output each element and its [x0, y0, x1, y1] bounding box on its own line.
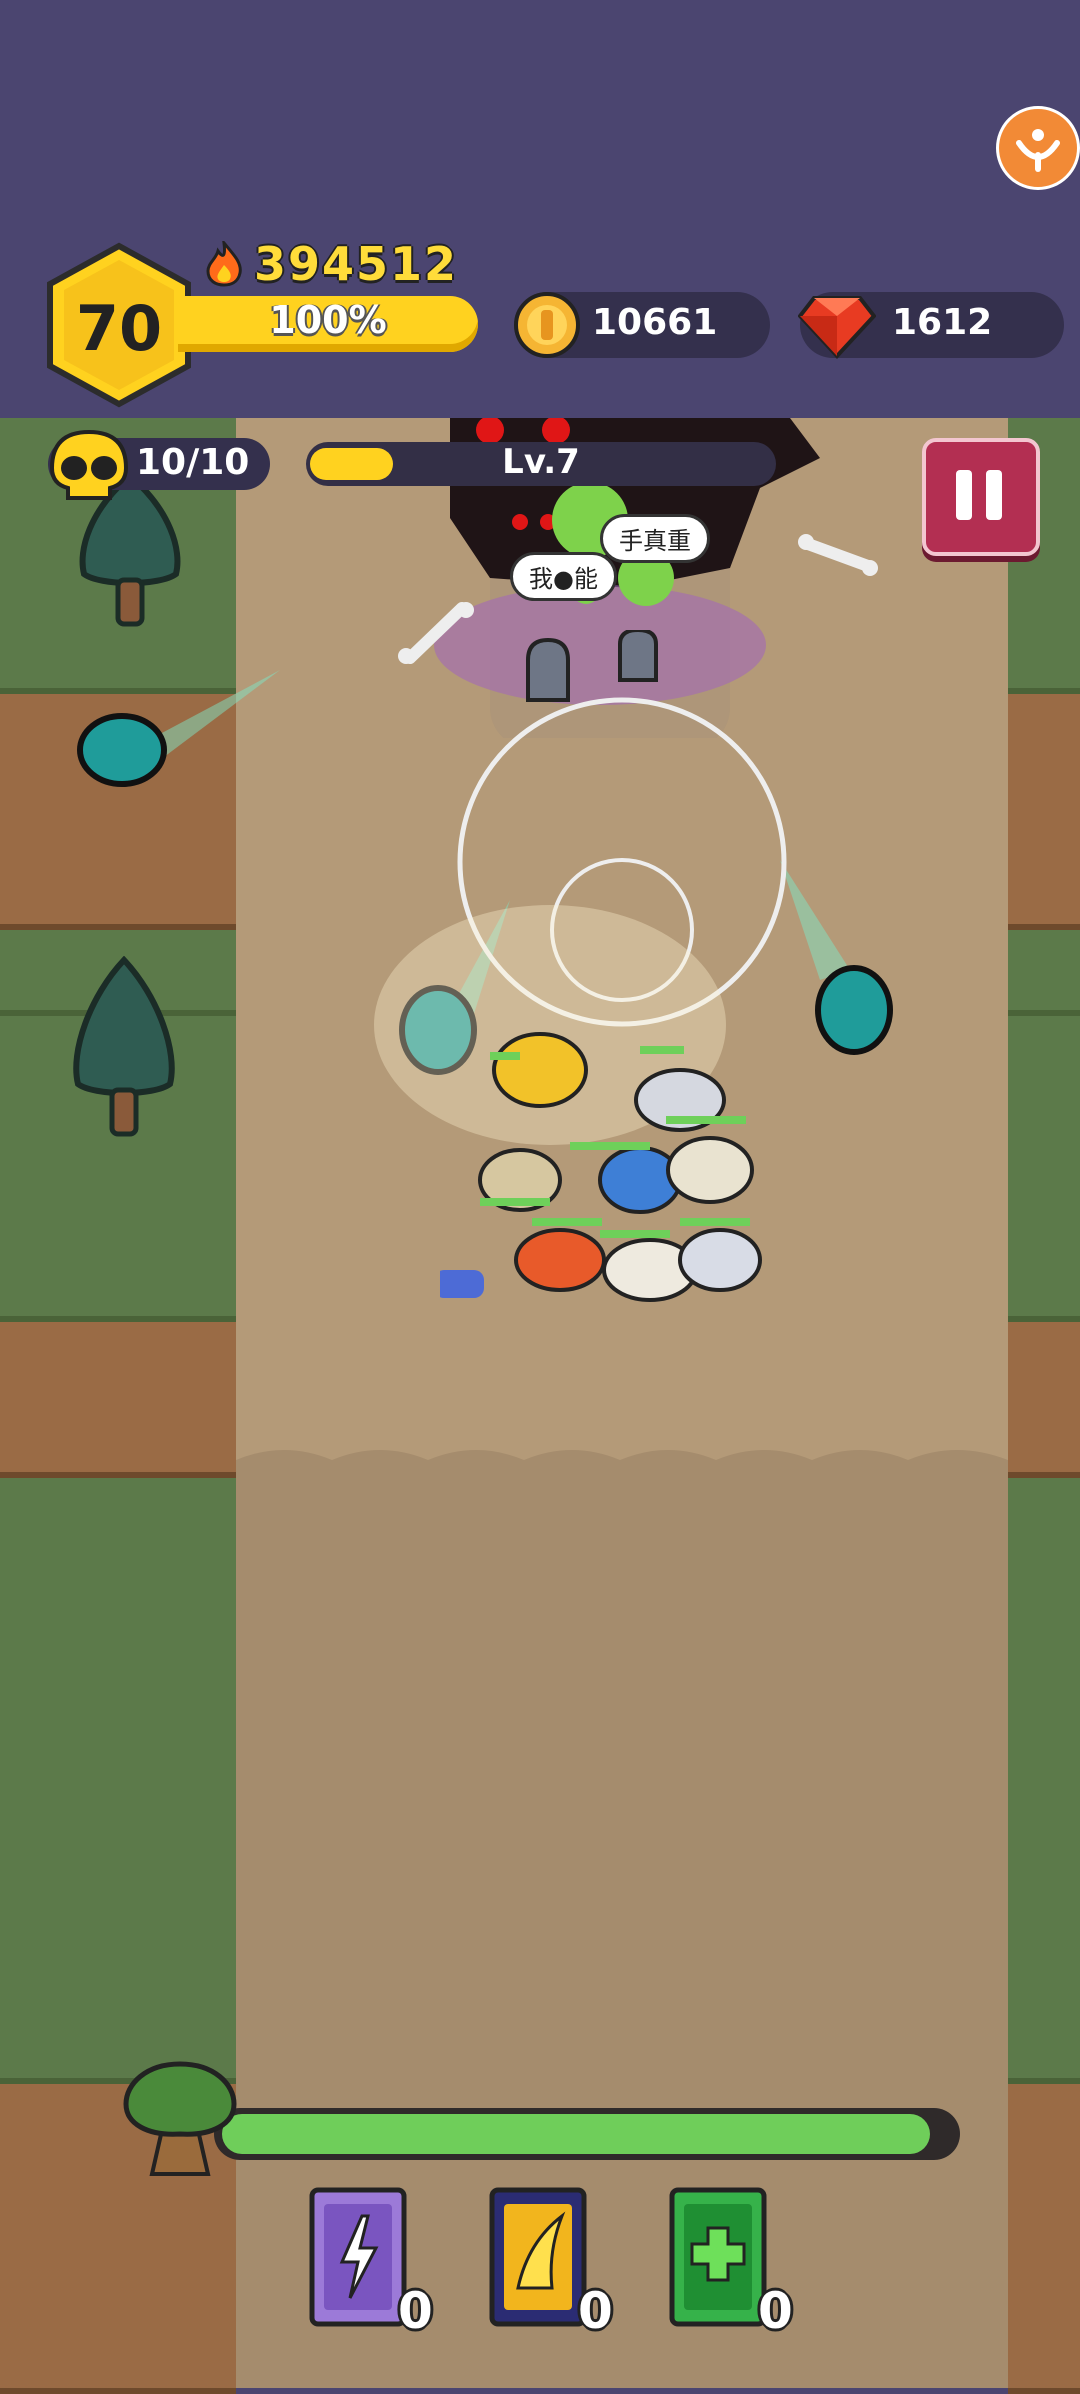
- gem-icon: [798, 296, 876, 359]
- gem-count: 1612: [892, 302, 993, 343]
- bone-icon: [398, 602, 474, 664]
- settings-button[interactable]: [996, 106, 1080, 190]
- power-row: 394512: [204, 236, 458, 292]
- coin-icon: [514, 292, 580, 358]
- boss-hp-fill: [222, 2114, 930, 2154]
- leaf-projectile-icon: [77, 670, 280, 787]
- heal-book-count: 0: [758, 2282, 793, 2340]
- skull-icon: [49, 429, 129, 500]
- right-terrain: [1008, 418, 1080, 2394]
- hero-squad-icon: [440, 1032, 762, 1302]
- stage-level: Lv.7: [502, 442, 580, 482]
- power-value: 394512: [254, 237, 459, 291]
- xp-percent: 100%: [269, 298, 387, 342]
- pause-button[interactable]: [922, 438, 1040, 556]
- flame-icon: [206, 241, 242, 287]
- bone-icon: [798, 534, 878, 576]
- lightning-book-count: 0: [398, 2282, 433, 2340]
- wing-book-count: 0: [578, 2282, 613, 2340]
- speech-bubble: 手真重: [600, 514, 710, 563]
- speech-bubble: 我●能: [510, 552, 617, 601]
- coin-count: 10661: [592, 302, 718, 343]
- pause-icon: [956, 470, 972, 520]
- player-level: 70: [75, 292, 163, 365]
- settings-icon: [1016, 129, 1060, 172]
- pine-tree-icon: [73, 956, 175, 1137]
- pause-icon: [986, 470, 1002, 520]
- kill-count: 10/10: [136, 442, 250, 483]
- road-edge: [236, 1450, 1008, 1480]
- tree-boss-icon: [123, 2061, 237, 2176]
